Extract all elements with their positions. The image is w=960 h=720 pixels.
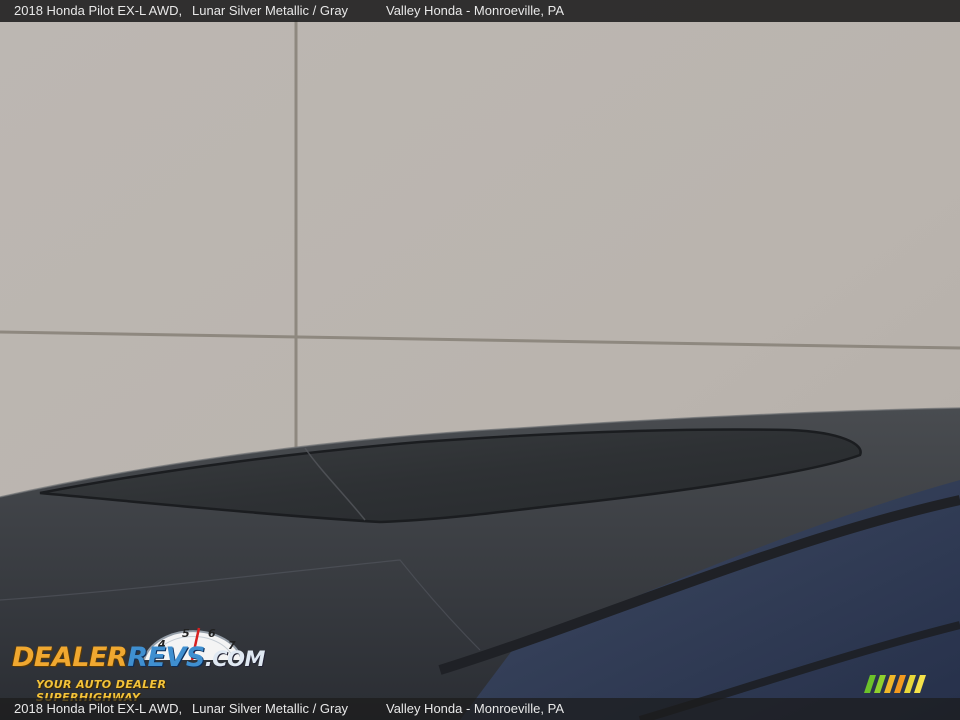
dealerrevs-logo: 4 5 6 7 DEALERREVS.COM YOUR AUTO DEALER …: [10, 622, 270, 704]
brand-revs: REVS: [127, 642, 205, 673]
vehicle-color: Lunar Silver Metallic / Gray: [192, 3, 349, 18]
vehicle-color: Lunar Silver Metallic / Gray: [192, 701, 349, 716]
brand-wordmark: DEALERREVS.COM: [12, 642, 265, 673]
gauge-number: 6: [208, 627, 216, 640]
vehicle-title: 2018 Honda Pilot EX-L AWD,: [14, 701, 183, 716]
brand-dealer: DEALER: [12, 642, 128, 673]
brand-com: .COM: [204, 647, 266, 671]
vehicle-title: 2018 Honda Pilot EX-L AWD,: [14, 3, 183, 18]
dealer-location: Valley Honda - Monroeville, PA: [386, 3, 564, 18]
caption-bar-bottom: 2018 Honda Pilot EX-L AWD, Lunar Silver …: [0, 698, 960, 720]
color-stripes-icon: [864, 675, 926, 693]
caption-bar-top: 2018 Honda Pilot EX-L AWD, Lunar Silver …: [0, 0, 960, 22]
car-roof-photo: [0, 0, 960, 720]
dealer-location: Valley Honda - Monroeville, PA: [386, 701, 564, 716]
photo-frame: 2018 Honda Pilot EX-L AWD, Lunar Silver …: [0, 0, 960, 720]
gauge-number: 5: [182, 627, 190, 640]
